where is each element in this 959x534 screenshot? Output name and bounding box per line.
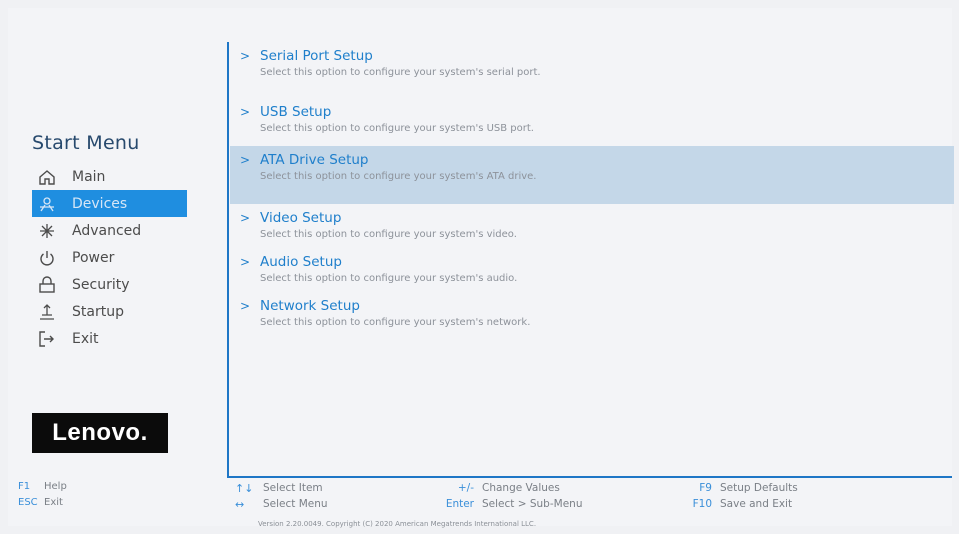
divider-horizontal: [227, 476, 952, 478]
sidebar-item-advanced[interactable]: Advanced: [32, 217, 187, 244]
entry-desc: Select this option to configure your sys…: [260, 273, 518, 284]
footer-key: ↔: [235, 497, 245, 511]
chevron-right-icon: >: [240, 211, 251, 225]
footer-key: F1: [18, 480, 31, 492]
exit-icon: [38, 330, 56, 348]
entry-desc: Select this option to configure your sys…: [260, 317, 531, 328]
devices-icon: [38, 195, 56, 213]
sidebar-item-startup[interactable]: Startup: [32, 298, 187, 325]
sidebar-nav: Main Devices Advanced Power Security Sta…: [32, 163, 187, 352]
entry-desc: Select this option to configure your sys…: [260, 229, 517, 240]
advanced-icon: [38, 222, 56, 240]
entry-title: Serial Port Setup: [260, 48, 373, 64]
entry-title: Network Setup: [260, 298, 360, 314]
chevron-right-icon: >: [240, 49, 251, 63]
menu-entry-audio[interactable]: > Audio Setup Select this option to confi…: [230, 248, 952, 292]
footer-label: Select > Sub-Menu: [482, 498, 583, 510]
footer-key: ESC: [18, 496, 38, 508]
footer-key: F9: [699, 482, 712, 494]
sidebar-item-label: Exit: [72, 330, 99, 347]
sidebar-item-label: Main: [72, 168, 106, 185]
bios-screen: Start Menu Main Devices Advanced Power S…: [8, 8, 954, 528]
entry-title: USB Setup: [260, 104, 332, 120]
chevron-right-icon: >: [240, 255, 251, 269]
menu-entry-serial-port[interactable]: > Serial Port Setup Select this option to…: [230, 42, 952, 102]
footer-label: Change Values: [482, 482, 560, 494]
sidebar: Start Menu Main Devices Advanced Power S…: [8, 8, 226, 474]
sidebar-item-main[interactable]: Main: [32, 163, 187, 190]
entry-title: Video Setup: [260, 210, 342, 226]
sidebar-item-label: Devices: [72, 195, 128, 212]
footer-label: Setup Defaults: [720, 482, 798, 494]
footer-key: Enter: [445, 498, 474, 510]
footer-key: +/-: [457, 482, 474, 494]
footer-label: Select Item: [263, 482, 323, 494]
entry-desc: Select this option to configure your sys…: [260, 171, 537, 182]
entry-desc: Select this option to configure your sys…: [260, 123, 534, 134]
entry-title: ATA Drive Setup: [260, 152, 369, 168]
divider-vertical: [227, 42, 229, 478]
chevron-right-icon: >: [240, 105, 251, 119]
sidebar-item-exit[interactable]: Exit: [32, 325, 187, 352]
footer-values: +/- Change Values Enter Select > Sub-Menu: [432, 480, 583, 512]
footer-actions: F9 Setup Defaults F10 Save and Exit: [688, 480, 798, 512]
footer-label: Select Menu: [263, 498, 328, 510]
devices-menu: > Serial Port Setup Select this option to…: [230, 42, 954, 336]
entry-desc: Select this option to configure your sys…: [260, 67, 541, 78]
copyright-text: Version 2.20.0049. Copyright (C) 2020 Am…: [258, 520, 537, 528]
sidebar-item-label: Power: [72, 249, 115, 266]
chevron-right-icon: >: [240, 299, 251, 313]
sidebar-item-label: Advanced: [72, 222, 142, 239]
power-icon: [38, 249, 56, 267]
entry-title: Audio Setup: [260, 254, 342, 270]
footer-key: F10: [692, 498, 712, 510]
menu-entry-usb[interactable]: > USB Setup Select this option to configu…: [230, 102, 952, 146]
home-icon: [38, 168, 56, 186]
footer-key: ↑↓: [235, 481, 254, 495]
footer-label: Save and Exit: [720, 498, 793, 510]
chevron-right-icon: >: [240, 153, 251, 167]
footer-left: F1 Help ESC Exit: [18, 478, 67, 510]
footer-label: Exit: [44, 496, 63, 508]
startup-icon: [38, 303, 56, 321]
sidebar-item-label: Security: [72, 276, 130, 293]
footer-label: Help: [44, 480, 67, 492]
lock-icon: [38, 275, 56, 294]
menu-entry-network[interactable]: > Network Setup Select this option to con…: [230, 292, 952, 336]
sidebar-item-security[interactable]: Security: [32, 271, 187, 298]
lenovo-logo: Lenovo.: [32, 413, 168, 453]
menu-entry-video[interactable]: > Video Setup Select this option to confi…: [230, 204, 952, 248]
menu-entry-ata-drive[interactable]: > ATA Drive Setup Select this option to c…: [230, 146, 954, 204]
sidebar-item-devices[interactable]: Devices: [32, 190, 187, 217]
footer-navigation: ↑↓ Select Item ↔ Select Menu: [235, 480, 328, 512]
sidebar-item-label: Startup: [72, 303, 124, 320]
sidebar-item-power[interactable]: Power: [32, 244, 187, 271]
sidebar-title: Start Menu: [32, 132, 140, 154]
